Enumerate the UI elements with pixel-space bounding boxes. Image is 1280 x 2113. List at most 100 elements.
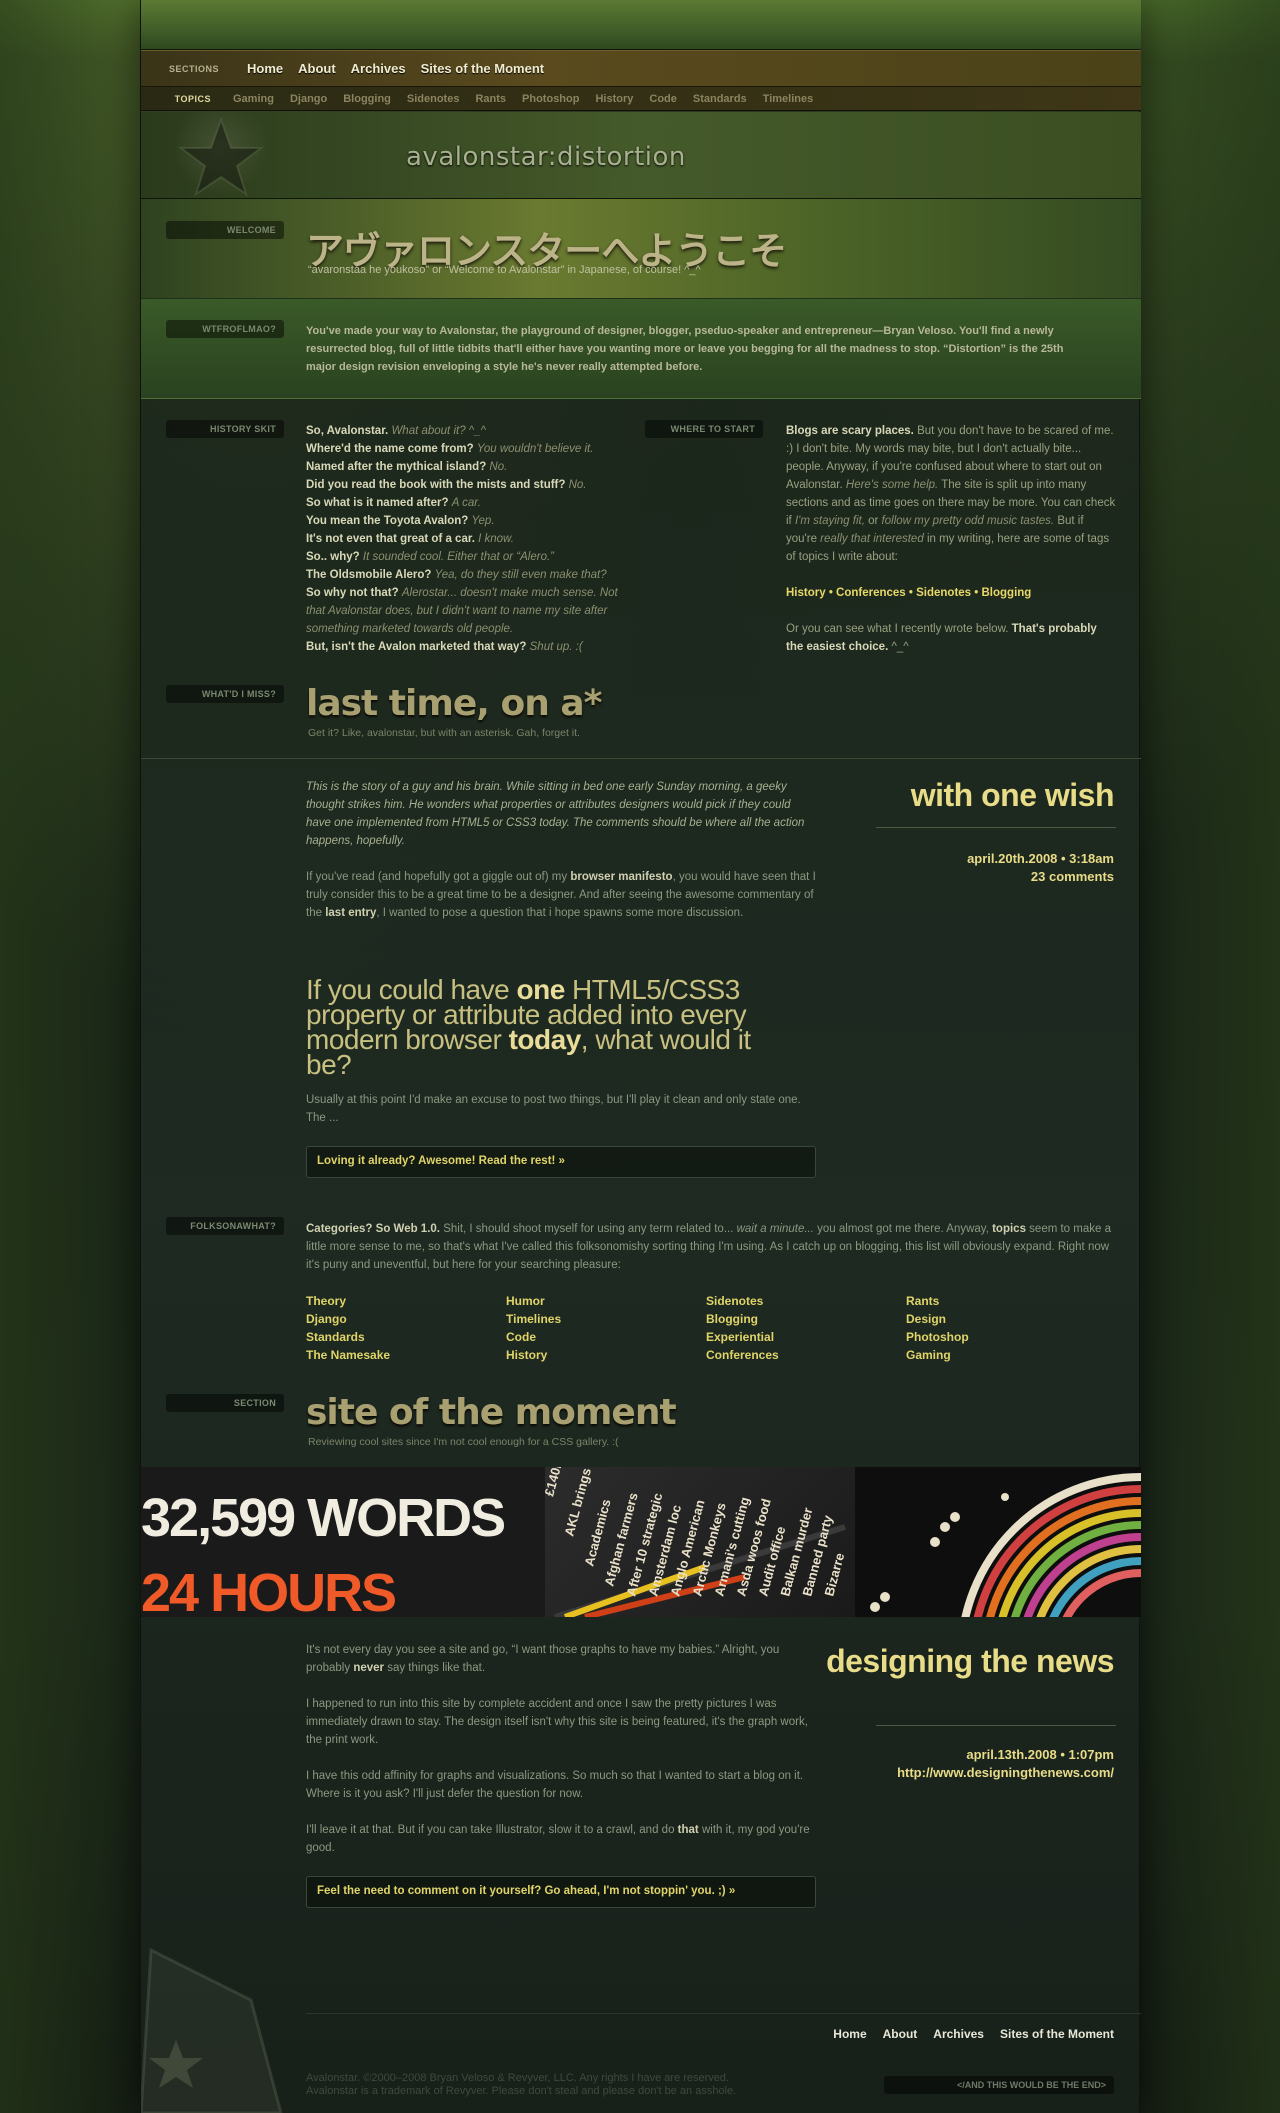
start-lead: Blogs are scary places.	[786, 425, 914, 437]
topic-link[interactable]: Photoshop	[906, 1328, 1106, 1346]
start-music-link[interactable]: follow my pretty odd music tastes.	[882, 515, 1055, 527]
history-answer: Yep.	[471, 515, 495, 527]
post1-question: If you could have one HTML5/CSS3 propert…	[306, 976, 786, 1079]
topic-photoshop[interactable]: Photoshop	[522, 93, 579, 105]
post2-url[interactable]: http://www.designingthenews.com/	[794, 1764, 1114, 1782]
nav-sites-of-the-moment[interactable]: Sites of the Moment	[421, 61, 545, 76]
topic-blogging[interactable]: Blogging	[343, 93, 391, 105]
folk-text: Categories? So Web 1.0. Shit, I should s…	[306, 1220, 1116, 1274]
welcome-tag: WELCOME	[166, 221, 284, 239]
topic-link[interactable]: Django	[306, 1310, 506, 1328]
topic-link[interactable]: Rants	[906, 1292, 1106, 1310]
left-decoration	[0, 0, 140, 2113]
history-question: It's not even that great of a car.	[306, 533, 475, 545]
history-skit: So, Avalonstar. What about it? ^_^ Where'…	[306, 422, 636, 656]
post2-title[interactable]: designing the news	[814, 1644, 1114, 1678]
history-question: Did you read the book with the mists and…	[306, 479, 566, 491]
copyright-line2: Avalonstar is a trademark of Revyver. Pl…	[306, 2085, 737, 2097]
logo-band: avalonstar:distortion	[141, 112, 1141, 199]
post1-title[interactable]: with one wish	[814, 778, 1115, 812]
topic-link[interactable]: Humor	[506, 1292, 706, 1310]
folk-lead: Categories? So Web 1.0.	[306, 1223, 440, 1235]
history-tag: HISTORY SKIT	[166, 420, 284, 438]
topic-link[interactable]: The Namesake	[306, 1346, 506, 1364]
footer-home[interactable]: Home	[833, 2027, 866, 2041]
history-line: So, Avalonstar. What about it? ^_^	[306, 422, 636, 440]
topic-gaming[interactable]: Gaming	[233, 93, 274, 105]
footer-nav: Home About Archives Sites of the Moment	[833, 2027, 1114, 2041]
post2-p4a: I'll leave it at that. But if you can ta…	[306, 1824, 675, 1836]
topic-django[interactable]: Django	[290, 93, 327, 105]
post1-p2: Usually at this point I'd make an excuse…	[306, 1094, 801, 1124]
post2-p2: I happened to run into this site by comp…	[306, 1698, 808, 1746]
end-tag: </AND THIS WOULD BE THE END>	[884, 2076, 1114, 2094]
page-container: SECTIONS Home About Archives Sites of th…	[140, 0, 1141, 2113]
history-question: So.. why?	[306, 551, 360, 563]
q-today: today	[508, 1024, 582, 1055]
site-logo[interactable]: avalonstar:distortion	[406, 142, 686, 172]
history-answer: I know.	[478, 533, 514, 545]
start-p1c: or	[868, 515, 879, 527]
folk-tag: FOLKSONAWHAT?	[166, 1217, 284, 1235]
topic-link[interactable]: Conferences	[706, 1346, 906, 1364]
banner-hours: 24 HOURS	[141, 1563, 397, 1617]
topic-timelines[interactable]: Timelines	[763, 93, 814, 105]
post1-meta: april.20th.2008 • 3:18am 23 comments	[814, 850, 1114, 886]
history-line: But, isn't the Avalon marketed that way?…	[306, 638, 636, 656]
read-more-button[interactable]: Loving it already? Awesome! Read the res…	[306, 1146, 816, 1178]
miss-tag: WHAT'D I MISS?	[166, 685, 284, 703]
topic-link[interactable]: Gaming	[906, 1346, 1106, 1364]
topic-link[interactable]: Blogging	[706, 1310, 906, 1328]
nav-archives[interactable]: Archives	[351, 61, 406, 76]
topic-sidenotes[interactable]: Sidenotes	[407, 93, 460, 105]
history-line: You mean the Toyota Avalon? Yep.	[306, 512, 636, 530]
start-tag: WHERE TO START	[645, 420, 763, 438]
start-help-link[interactable]: Here's some help.	[846, 479, 938, 491]
start-p2-end: ^_^	[891, 641, 909, 653]
topic-rants[interactable]: Rants	[475, 93, 506, 105]
footer-archives[interactable]: Archives	[933, 2027, 984, 2041]
nav-about[interactable]: About	[298, 61, 336, 76]
topic-code[interactable]: Code	[649, 93, 677, 105]
banner-words: 32,599 WORDS	[141, 1488, 506, 1548]
folk-t3: you almost got me there. Anyway,	[817, 1223, 989, 1235]
miss-subtitle: Get it? Like, avalonstar, but with an as…	[308, 727, 580, 739]
post1-p1a: If you've read (and hopefully got a gigg…	[306, 871, 568, 883]
history-question: You mean the Toyota Avalon?	[306, 515, 469, 527]
start-tags[interactable]: History • Conferences • Sidenotes • Blog…	[786, 584, 1116, 602]
start-fit-link[interactable]: I'm staying fit,	[795, 515, 865, 527]
sections-nav: SECTIONS Home About Archives Sites of th…	[141, 50, 1141, 87]
post1-lead: This is the story of a guy and his brain…	[306, 781, 805, 847]
folk-t1: Shit, I should shoot myself for using an…	[443, 1223, 734, 1235]
divider	[141, 758, 1141, 759]
nav-home[interactable]: Home	[247, 61, 283, 76]
miss-title: last time, on a*	[306, 683, 603, 724]
topic-link[interactable]: History	[506, 1346, 706, 1364]
comment-button[interactable]: Feel the need to comment on it yourself?…	[306, 1876, 816, 1908]
topic-history[interactable]: History	[595, 93, 633, 105]
svg-text:Bizarre: Bizarre	[821, 1551, 847, 1597]
where-to-start: Blogs are scary places. But you don't ha…	[786, 422, 1116, 656]
start-interested: really that interested	[820, 533, 924, 545]
footer-sites-of-the-moment[interactable]: Sites of the Moment	[1000, 2027, 1114, 2041]
post1-comments[interactable]: 23 comments	[814, 868, 1114, 886]
last-entry-link[interactable]: last entry	[325, 907, 376, 919]
start-p2: Or you can see what I recently wrote bel…	[786, 623, 1009, 635]
footer-star-emblem-icon	[141, 1947, 283, 2113]
sotm-title: site of the moment	[306, 1392, 677, 1433]
browser-manifesto-link[interactable]: browser manifesto	[570, 871, 672, 883]
topic-link[interactable]: Design	[906, 1310, 1106, 1328]
sotm-banner-image[interactable]: 32,599 WORDS 24 HOURS £140m AKL brings A…	[141, 1467, 1141, 1617]
topic-link[interactable]: Timelines	[506, 1310, 706, 1328]
topic-link[interactable]: Standards	[306, 1328, 506, 1346]
post1-date: april.20th.2008 • 3:18am	[967, 851, 1114, 866]
footer-about[interactable]: About	[883, 2027, 918, 2041]
topic-link[interactable]: Code	[506, 1328, 706, 1346]
history-line: Named after the mythical island? No.	[306, 458, 636, 476]
topic-link[interactable]: Sidenotes	[706, 1292, 906, 1310]
topic-link[interactable]: Theory	[306, 1292, 506, 1310]
footer-rule	[306, 2013, 1141, 2014]
topic-standards[interactable]: Standards	[693, 93, 747, 105]
topic-link[interactable]: Experiential	[706, 1328, 906, 1346]
history-line: Where'd the name come from? You wouldn't…	[306, 440, 636, 458]
